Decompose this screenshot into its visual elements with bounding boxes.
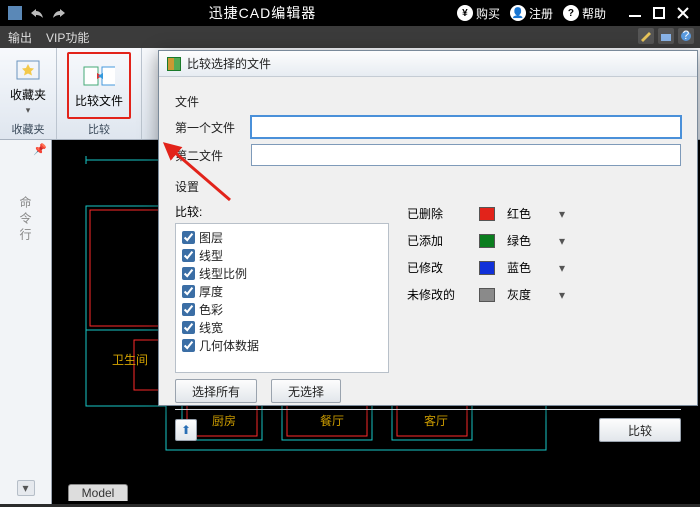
checkbox[interactable]	[182, 231, 195, 244]
user-icon: 👤	[510, 5, 526, 21]
maximize-button[interactable]	[648, 4, 670, 22]
checkbox[interactable]	[182, 303, 195, 316]
panel-title: 命令行	[17, 196, 34, 244]
svg-text:卫生间: 卫生间	[112, 353, 148, 367]
register-link[interactable]: 👤 注册	[510, 5, 553, 22]
compare-dialog: 比较选择的文件 文件 第一个文件 第二文件 设置 比较: 图层线型线型比例厚度色…	[158, 50, 698, 406]
file1-input[interactable]	[251, 116, 681, 138]
style-icon[interactable]	[638, 28, 654, 44]
up-arrow-icon[interactable]: ⬆	[175, 419, 197, 441]
checkbox[interactable]	[182, 285, 195, 298]
color-name: 绿色	[507, 232, 547, 249]
compare-option[interactable]: 厚度	[182, 283, 382, 300]
tab-vip[interactable]: VIP功能	[46, 29, 89, 46]
file2-input[interactable]	[251, 144, 681, 166]
dialog-title: 比较选择的文件	[159, 51, 697, 77]
star-icon	[12, 56, 44, 84]
compare-icon	[167, 57, 181, 71]
color-row: 未修改的 灰度 ▾	[407, 286, 681, 303]
ribbon-tabs: 输出 VIP功能 ?	[0, 26, 700, 48]
pin-icon[interactable]: 📌	[33, 143, 47, 156]
chevron-down-icon[interactable]: ▾	[559, 207, 565, 221]
help-icon: ?	[563, 5, 579, 21]
redo-icon[interactable]	[50, 4, 68, 22]
color-row: 已修改 蓝色 ▾	[407, 259, 681, 276]
ribbon-group-favorites: 收藏夹 ▾ 收藏夹	[0, 48, 57, 139]
compare-option[interactable]: 色彩	[182, 301, 382, 318]
compare-option[interactable]: 图层	[182, 229, 382, 246]
svg-text:?: ?	[683, 30, 690, 42]
compare-option[interactable]: 线型	[182, 247, 382, 264]
toolbox-icon[interactable]	[658, 28, 674, 44]
compare-button[interactable]: 比较	[599, 418, 681, 442]
checkbox[interactable]	[182, 321, 195, 334]
color-swatch[interactable]	[479, 207, 495, 221]
info-icon[interactable]: ?	[678, 28, 694, 44]
select-none-button[interactable]: 无选择	[271, 379, 341, 403]
checkbox[interactable]	[182, 267, 195, 280]
ribbon-group-compare: 比较文件 比较	[57, 48, 142, 139]
compare-icon	[83, 62, 115, 90]
color-swatch[interactable]	[479, 261, 495, 275]
cart-icon: ¥	[457, 5, 473, 21]
quick-access-toolbar	[6, 4, 68, 22]
close-button[interactable]	[672, 4, 694, 22]
buy-link[interactable]: ¥ 购买	[457, 5, 500, 22]
settings-section-label: 设置	[175, 178, 681, 195]
titlebar: 迅捷CAD编辑器 ¥ 购买 👤 注册 ? 帮助	[0, 0, 700, 26]
model-tab[interactable]: Model	[68, 484, 128, 501]
chevron-down-icon[interactable]: ▾	[559, 234, 565, 248]
app-menu-icon[interactable]	[6, 4, 24, 22]
group-label-favorites: 收藏夹	[12, 119, 45, 137]
tab-output[interactable]: 输出	[8, 29, 32, 46]
select-all-button[interactable]: 选择所有	[175, 379, 257, 403]
color-name: 蓝色	[507, 259, 547, 276]
checkbox[interactable]	[182, 249, 195, 262]
color-label: 未修改的	[407, 286, 467, 303]
files-section-label: 文件	[175, 93, 681, 110]
compare-label: 比较:	[175, 203, 389, 220]
color-swatch[interactable]	[479, 234, 495, 248]
help-link[interactable]: ? 帮助	[563, 5, 606, 22]
chevron-down-icon[interactable]: ▾	[559, 288, 565, 302]
color-label: 已删除	[407, 205, 467, 222]
undo-icon[interactable]	[28, 4, 46, 22]
group-label-compare: 比较	[88, 119, 110, 137]
color-label: 已修改	[407, 259, 467, 276]
color-name: 红色	[507, 205, 547, 222]
compare-option[interactable]: 线宽	[182, 319, 382, 336]
side-panel: 📌 命令行 ▾	[0, 140, 52, 504]
compare-option[interactable]: 线型比例	[182, 265, 382, 282]
window-title: 迅捷CAD编辑器	[68, 3, 457, 23]
favorites-button[interactable]: 收藏夹 ▾	[10, 52, 46, 119]
compare-options-list: 图层线型线型比例厚度色彩线宽几何体数据	[175, 223, 389, 373]
color-name: 灰度	[507, 286, 547, 303]
color-label: 已添加	[407, 232, 467, 249]
chevron-down-icon[interactable]: ▾	[559, 261, 565, 275]
compare-files-button[interactable]: 比较文件	[67, 52, 131, 119]
color-row: 已删除 红色 ▾	[407, 205, 681, 222]
minimize-button[interactable]	[624, 4, 646, 22]
chevron-down-icon[interactable]: ▾	[17, 480, 35, 496]
file2-label: 第二文件	[175, 147, 241, 164]
checkbox[interactable]	[182, 339, 195, 352]
color-swatch[interactable]	[479, 288, 495, 302]
color-row: 已添加 绿色 ▾	[407, 232, 681, 249]
file1-label: 第一个文件	[175, 119, 241, 136]
compare-option[interactable]: 几何体数据	[182, 337, 382, 354]
